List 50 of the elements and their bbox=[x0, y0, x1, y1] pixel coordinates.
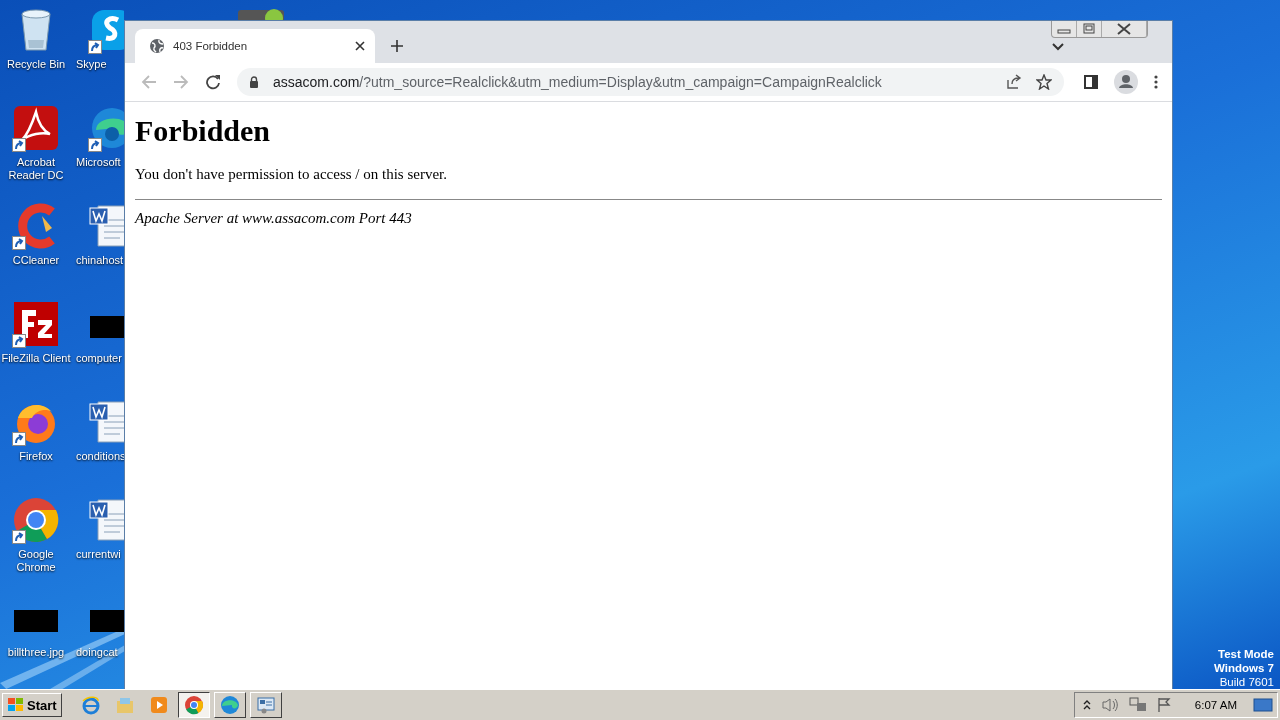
menu-icon[interactable] bbox=[1154, 75, 1158, 89]
error-message: You don't have permission to access / on this server. bbox=[135, 166, 448, 183]
bookmark-star-icon[interactable] bbox=[1036, 74, 1052, 90]
desktop-icon-label[interactable]: Firefox bbox=[19, 450, 53, 463]
lock-icon bbox=[249, 76, 259, 88]
new-tab-icon[interactable] bbox=[391, 40, 403, 52]
caret-up-icon[interactable] bbox=[1082, 700, 1091, 710]
desktop-icon-label[interactable]: Skype bbox=[76, 58, 107, 71]
windows-logo-icon bbox=[7, 697, 25, 713]
desktop-icon-label[interactable]: currentwi bbox=[76, 548, 121, 561]
browser-tab[interactable]: 403 Forbidden bbox=[135, 29, 375, 63]
desktop-icon-label[interactable]: Microsoft bbox=[76, 156, 121, 169]
acrobat-icon[interactable] bbox=[12, 104, 60, 152]
show-desktop-icon[interactable] bbox=[1253, 697, 1273, 713]
desktop-icon-label[interactable]: FileZilla Client bbox=[1, 352, 71, 365]
flag-icon[interactable] bbox=[1156, 697, 1173, 713]
reload-icon[interactable] bbox=[205, 74, 221, 90]
taskbar-button[interactable] bbox=[177, 692, 210, 718]
side-panel-icon[interactable] bbox=[1084, 75, 1098, 89]
desktop-icon-label[interactable]: doingcat bbox=[76, 646, 118, 659]
filezilla-icon[interactable] bbox=[12, 300, 60, 348]
close-tab-icon[interactable] bbox=[355, 41, 365, 51]
desktop-icon-label[interactable]: Google Chrome bbox=[1, 548, 71, 574]
os-notice-text: Build 7601 bbox=[1219, 675, 1274, 689]
chrome-icon bbox=[183, 695, 204, 715]
speaker-icon[interactable] bbox=[1100, 697, 1119, 713]
globe-icon bbox=[149, 38, 165, 54]
internet-explorer-icon bbox=[80, 695, 101, 715]
os-notice-text: Windows 7 bbox=[1214, 661, 1274, 675]
desktop-icon-label[interactable]: Recycle Bin bbox=[6, 58, 66, 71]
chevron-down-icon[interactable] bbox=[1052, 43, 1064, 51]
chrome-icon[interactable] bbox=[12, 496, 60, 544]
desktop-icon-label[interactable]: CCleaner bbox=[12, 254, 60, 267]
start-button[interactable]: Start bbox=[2, 693, 62, 717]
media-player-icon bbox=[148, 695, 169, 715]
page-heading: Forbidden bbox=[135, 114, 272, 148]
folder-icon bbox=[114, 695, 135, 715]
desktop-icon-label[interactable]: computer bbox=[76, 352, 122, 365]
edge-icon bbox=[219, 695, 240, 715]
share-icon[interactable] bbox=[1006, 74, 1022, 90]
os-notice-text: Test Mode bbox=[1218, 647, 1274, 661]
desktop-icon-label[interactable]: chinahost bbox=[76, 254, 124, 267]
address-bar[interactable]: assacom.com/?utm_source=Realclick&utm_medium=Display&utm_campaign=CampaignRealclick bbox=[237, 68, 1064, 96]
server-signature: Apache Server at www.assacom.com Port 443 bbox=[135, 210, 413, 227]
desktop-icon-label[interactable]: Acrobat Reader DC bbox=[1, 156, 71, 182]
clock[interactable]: 6:07 AM bbox=[1194, 699, 1237, 711]
desktop-icon-label[interactable]: billthree.jpg bbox=[7, 646, 65, 659]
profile-icon[interactable] bbox=[1114, 70, 1138, 94]
network-icon[interactable] bbox=[1128, 697, 1147, 713]
remote-desktop-icon bbox=[255, 695, 276, 715]
